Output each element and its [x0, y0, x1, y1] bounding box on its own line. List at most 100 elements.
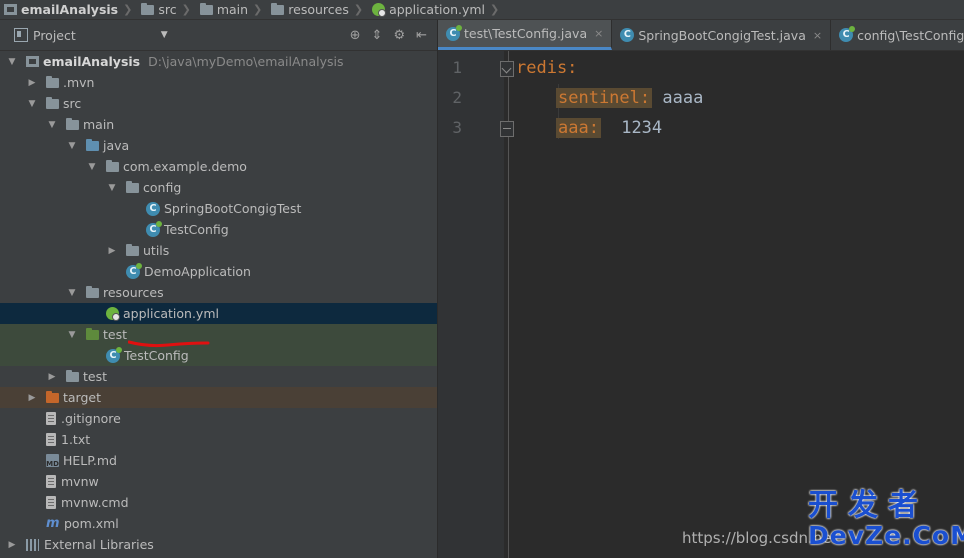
- spring-class-icon: C: [839, 26, 856, 42]
- tab-springbootcongigtest[interactable]: C SpringBootCongigTest.java ×: [612, 20, 832, 50]
- tree-label: mvnw.cmd: [61, 495, 129, 510]
- tree-node-config[interactable]: ▼ config: [0, 177, 437, 198]
- tree-label: com.example.demo: [123, 159, 247, 174]
- collapsed-arrow-icon[interactable]: ▶: [26, 393, 38, 403]
- resources-folder-icon: [271, 2, 285, 15]
- tab-label: config\TestConfig.java: [857, 27, 964, 43]
- project-panel-title[interactable]: Project: [33, 28, 76, 43]
- breadcrumb-file[interactable]: application.yml ❯: [370, 2, 506, 17]
- yaml-key: sentinel:: [556, 88, 653, 108]
- library-icon: [26, 538, 39, 551]
- tree-node-mvnw[interactable]: ▶ mvnw: [0, 471, 437, 492]
- tab-config-testconfig[interactable]: C config\TestConfig.java: [831, 20, 964, 50]
- text-file-icon: [46, 433, 56, 446]
- breadcrumb-project[interactable]: emailAnalysis ❯: [0, 2, 139, 17]
- tree-node-mvn[interactable]: ▶ .mvn: [0, 72, 437, 93]
- tree-label: test: [103, 327, 128, 342]
- gear-icon[interactable]: ⚙: [393, 28, 405, 43]
- chevron-right-icon: ❯: [490, 3, 500, 16]
- breadcrumb-label: main: [216, 2, 249, 17]
- expanded-arrow-icon[interactable]: ▼: [106, 183, 118, 193]
- spring-class-icon: C: [446, 24, 462, 41]
- expanded-arrow-icon[interactable]: ▼: [26, 99, 38, 109]
- scroll-from-source-icon[interactable]: ⊕: [350, 28, 361, 43]
- expanded-arrow-icon[interactable]: ▼: [86, 162, 98, 172]
- yaml-value: aaaa: [662, 88, 704, 108]
- breadcrumb-label: src: [158, 2, 177, 17]
- spring-class-icon: C: [106, 346, 122, 363]
- expanded-arrow-icon[interactable]: ▼: [66, 288, 78, 298]
- logo-cn-text: 开发者: [808, 488, 928, 523]
- project-path: D:\java\myDemo\emailAnalysis: [148, 54, 344, 69]
- fold-end-marker-icon[interactable]: [500, 121, 514, 137]
- collapsed-arrow-icon[interactable]: ▶: [6, 540, 18, 550]
- tree-node-springbootcongigtest[interactable]: ▶ C SpringBootCongigTest: [0, 198, 437, 219]
- tree-node-help-md[interactable]: ▶ MD HELP.md: [0, 450, 437, 471]
- close-icon[interactable]: ×: [594, 27, 603, 40]
- tree-node-resources[interactable]: ▼ resources: [0, 282, 437, 303]
- breadcrumb-main[interactable]: main ❯: [198, 2, 269, 17]
- collapse-all-icon[interactable]: ⇕: [372, 28, 383, 43]
- collapsed-arrow-icon[interactable]: ▶: [46, 372, 58, 382]
- tree-node-test-src[interactable]: ▼ test: [0, 324, 437, 345]
- tree-node-utils[interactable]: ▶ utils: [0, 240, 437, 261]
- tree-node-pom-xml[interactable]: ▶ m pom.xml: [0, 513, 437, 534]
- spring-boot-class-icon: C: [126, 262, 142, 279]
- tree-label: target: [63, 390, 102, 405]
- tree-node-main[interactable]: ▼ main: [0, 114, 437, 135]
- code-editor[interactable]: 1 redis: 2 sentinel: aaaa 3 aaa: 1234: [438, 51, 964, 558]
- tree-label: TestConfig: [124, 348, 189, 363]
- close-icon[interactable]: ×: [813, 29, 822, 42]
- dropdown-arrow-icon[interactable]: ▼: [161, 30, 168, 40]
- collapsed-arrow-icon[interactable]: ▶: [106, 246, 118, 256]
- tree-node-testconfig[interactable]: ▶ C TestConfig: [0, 219, 437, 240]
- tree-node-demoapplication[interactable]: ▶ C DemoApplication: [0, 261, 437, 282]
- tree-label: pom.xml: [64, 516, 119, 531]
- breadcrumb-src[interactable]: src ❯: [139, 2, 197, 17]
- tree-node-target[interactable]: ▶ target: [0, 387, 437, 408]
- code-line[interactable]: 3 aaa: 1234: [438, 113, 964, 143]
- tree-node-mvnw-cmd[interactable]: ▶ mvnw.cmd: [0, 492, 437, 513]
- tree-node-java[interactable]: ▼ java: [0, 135, 437, 156]
- tree-node-src[interactable]: ▼ src: [0, 93, 437, 114]
- tree-node-application-yml[interactable]: ▶ application.yml: [0, 303, 437, 324]
- tree-node-gitignore[interactable]: ▶ .gitignore: [0, 408, 437, 429]
- spring-class-icon: C: [146, 220, 162, 237]
- tab-test-testconfig[interactable]: C test\TestConfig.java ×: [438, 20, 613, 50]
- red-underline-annotation: [128, 340, 210, 348]
- chevron-right-icon: ❯: [353, 3, 364, 16]
- chevron-right-icon: ❯: [253, 3, 263, 16]
- tree-label: utils: [143, 243, 170, 258]
- expanded-arrow-icon[interactable]: ▼: [6, 57, 18, 67]
- folder-icon: [46, 96, 59, 109]
- tree-label: main: [83, 117, 115, 132]
- expanded-arrow-icon[interactable]: ▼: [66, 141, 78, 151]
- folder-icon: [46, 75, 59, 88]
- code-line[interactable]: 2 sentinel: aaaa: [438, 83, 964, 113]
- module-icon: [26, 56, 39, 67]
- tree-node-emailanalysis[interactable]: ▼ emailAnalysis D:\java\myDemo\emailAnal…: [0, 51, 437, 72]
- tree-node-1txt[interactable]: ▶ 1.txt: [0, 429, 437, 450]
- yaml-key: redis:: [516, 58, 578, 78]
- module-icon: [4, 4, 17, 15]
- tree-node-test[interactable]: ▶ test: [0, 366, 437, 387]
- resources-folder-icon: [86, 285, 99, 298]
- class-icon: C: [146, 201, 160, 216]
- project-view-icon: [14, 28, 28, 42]
- editor-tabs: C test\TestConfig.java × C SpringBootCon…: [438, 20, 964, 51]
- tree-node-test-testconfig[interactable]: ▶ C TestConfig: [0, 345, 437, 366]
- tree-node-external-libraries[interactable]: ▶ External Libraries: [0, 534, 437, 555]
- chevron-right-icon: ❯: [123, 3, 133, 16]
- collapsed-arrow-icon[interactable]: ▶: [26, 78, 38, 88]
- fold-marker-icon[interactable]: [500, 61, 514, 77]
- tree-node-package[interactable]: ▼ com.example.demo: [0, 156, 437, 177]
- expanded-arrow-icon[interactable]: ▼: [66, 330, 78, 340]
- tree-label: .gitignore: [61, 411, 121, 426]
- code-line[interactable]: 1 redis:: [438, 53, 964, 83]
- tab-label: test\TestConfig.java: [464, 26, 588, 41]
- package-icon: [106, 159, 119, 172]
- hide-panel-icon[interactable]: ⇤: [416, 28, 427, 43]
- expanded-arrow-icon[interactable]: ▼: [46, 120, 58, 130]
- tree-label: HELP.md: [63, 453, 117, 468]
- breadcrumb-resources[interactable]: resources ❯: [269, 2, 370, 17]
